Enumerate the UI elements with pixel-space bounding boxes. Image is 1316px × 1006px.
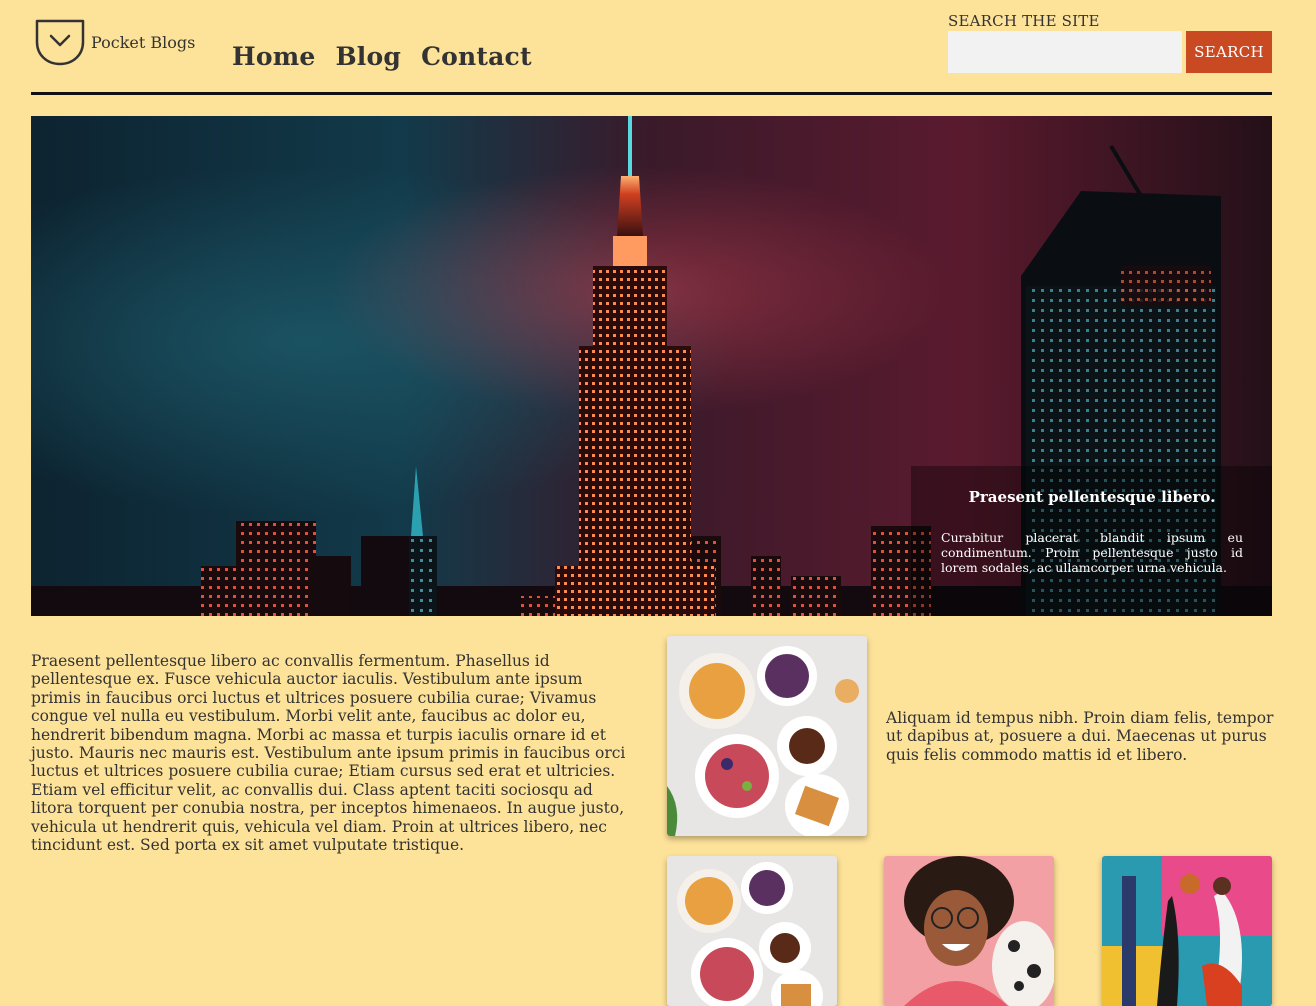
portrait-thumbnail[interactable] xyxy=(884,856,1054,1006)
main-nav: Home Blog Contact xyxy=(232,42,532,71)
search-label: SEARCH THE SITE xyxy=(948,12,1100,30)
search-area: SEARCH THE SITE SEARCH xyxy=(948,12,1272,73)
header-divider xyxy=(31,92,1272,95)
hero-text: Curabitur placerat blandit ipsum eu cond… xyxy=(941,530,1243,575)
food-photo xyxy=(667,636,867,836)
nav-contact[interactable]: Contact xyxy=(421,42,532,71)
logo[interactable]: Pocket Blogs xyxy=(33,17,195,69)
article-body: Praesent pellentesque libero ac convalli… xyxy=(31,652,626,855)
food-photo-small xyxy=(667,856,837,1006)
food-image[interactable] xyxy=(667,636,867,836)
nav-blog[interactable]: Blog xyxy=(335,42,401,71)
pocket-icon xyxy=(35,19,85,66)
basketball-thumbnail[interactable] xyxy=(1102,856,1272,1006)
hero-title: Praesent pellentesque libero. xyxy=(968,488,1216,506)
search-input[interactable] xyxy=(948,31,1182,73)
side-text: Aliquam id tempus nibh. Proin diam felis… xyxy=(886,709,1274,764)
hero-banner: Praesent pellentesque libero. Curabitur … xyxy=(31,116,1272,616)
nav-home[interactable]: Home xyxy=(232,42,315,71)
hero-caption: Praesent pellentesque libero. Curabitur … xyxy=(941,488,1243,575)
search-button[interactable]: SEARCH xyxy=(1186,31,1272,73)
woman-laughing-photo xyxy=(884,856,1054,1006)
basketball-photo xyxy=(1102,856,1272,1006)
brand-name: Pocket Blogs xyxy=(91,33,196,52)
food-thumbnail[interactable] xyxy=(667,856,837,1006)
